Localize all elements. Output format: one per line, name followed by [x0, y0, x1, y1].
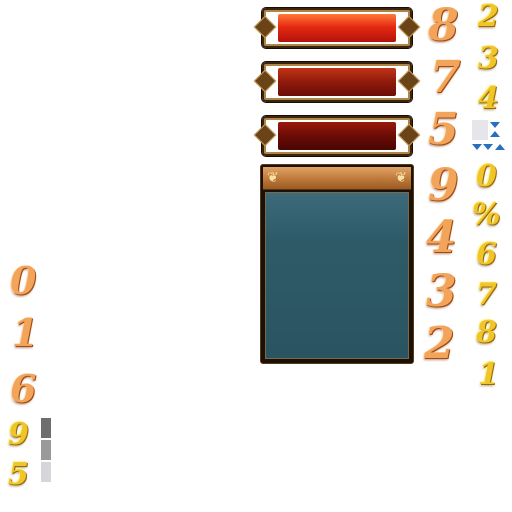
blue-arrow-icon: [472, 144, 482, 150]
digit-glyph: 7: [476, 277, 497, 312]
ornate-scroll-icon: ❦: [395, 170, 407, 186]
digit-glyph: 4: [478, 81, 499, 116]
digit-glyph: 9: [428, 160, 459, 211]
blue-arrow-icon: [495, 144, 505, 150]
blue-arrow-icon: [490, 122, 500, 128]
bar-medium-red: [253, 62, 421, 102]
digit-glyph: 3: [426, 266, 457, 317]
digit-glyph: 4: [426, 212, 457, 263]
bar-dark-red: [253, 116, 421, 156]
digit-glyph: 7: [430, 52, 461, 103]
digit-glyph: 5: [428, 104, 459, 155]
panel-body: [265, 192, 409, 359]
blue-arrow-icon: [490, 131, 500, 137]
digit-glyph: 1: [12, 310, 39, 355]
arrow-sprites: [470, 120, 510, 156]
bar-bright-red: [253, 8, 421, 48]
digit-glyph: 1: [478, 357, 499, 392]
digit-glyph: 8: [428, 0, 459, 51]
digit-glyph: 9: [8, 417, 29, 452]
ornate-scroll-icon: ❦: [267, 170, 279, 186]
digit-glyph: 0: [476, 159, 497, 194]
digit-glyph: 6: [10, 366, 37, 411]
digit-glyph: 6: [476, 237, 497, 272]
blue-arrow-icon: [483, 144, 493, 150]
digit-glyph: 3: [478, 41, 499, 76]
teal-panel: ❦ ❦: [260, 164, 414, 364]
digit-glyph: 0: [10, 258, 37, 303]
swatch-light-grey: [41, 462, 51, 482]
percent-glyph: %: [472, 197, 501, 232]
digit-glyph: 8: [476, 315, 497, 350]
digit-glyph: 5: [8, 457, 29, 492]
swatch-mid-grey: [41, 440, 51, 460]
digit-glyph: 2: [478, 0, 499, 34]
digit-glyph: 2: [424, 318, 455, 369]
swatch-dark-grey: [41, 418, 51, 438]
panel-header: ❦ ❦: [263, 167, 411, 190]
